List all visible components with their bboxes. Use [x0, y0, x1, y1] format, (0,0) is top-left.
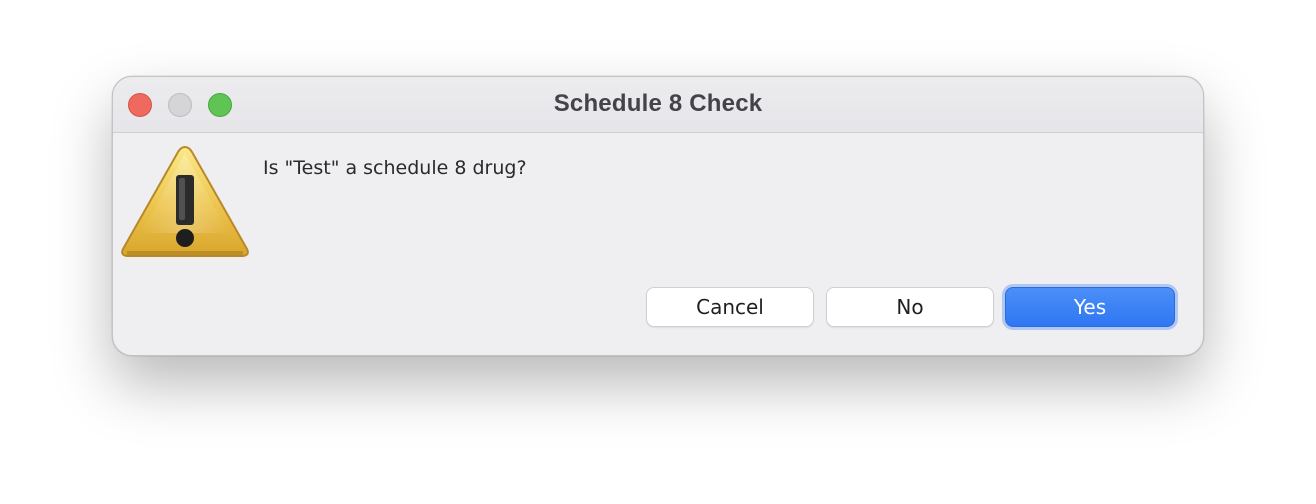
window-title: Schedule 8 Check — [553, 90, 763, 117]
dialog-message: Is "Test" a schedule 8 drug? — [263, 157, 527, 179]
cancel-button[interactable]: Cancel — [646, 287, 814, 327]
no-button[interactable]: No — [826, 287, 994, 327]
confirm-dialog: Schedule 8 Check Is "Test" a schedule 8 … — [112, 76, 1204, 356]
title-bar[interactable]: Schedule 8 Check — [113, 77, 1203, 133]
warning-icon — [121, 145, 249, 257]
yes-button[interactable]: Yes — [1005, 287, 1175, 327]
screen: Schedule 8 Check Is "Test" a schedule 8 … — [0, 0, 1316, 504]
